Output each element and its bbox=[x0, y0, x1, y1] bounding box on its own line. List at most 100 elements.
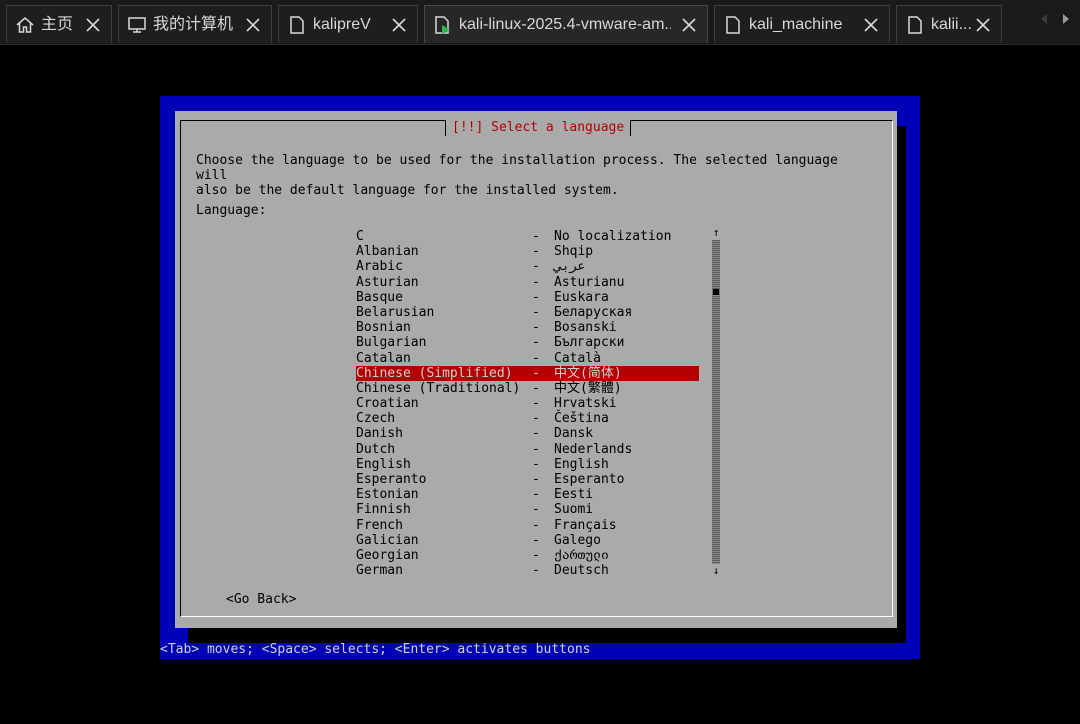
language-option[interactable]: Esperanto - Esperanto bbox=[356, 472, 699, 487]
language-name: Bosnian bbox=[356, 320, 411, 336]
language-native-name: Esperanto bbox=[554, 472, 625, 487]
language-name: Arabic bbox=[356, 259, 403, 275]
language-separator: - bbox=[532, 304, 540, 320]
language-option[interactable]: German - Deutsch bbox=[356, 563, 699, 578]
language-native-name: Deutsch bbox=[554, 563, 609, 579]
close-icon[interactable] bbox=[861, 15, 881, 35]
language-option[interactable]: Galician - Galego bbox=[356, 533, 699, 548]
language-option[interactable]: Arabic - عربي bbox=[356, 259, 699, 274]
language-option[interactable]: Croatian - Hrvatski bbox=[356, 396, 699, 411]
language-list[interactable]: C - No localization Albanian - Shqip Arabic - عر… bbox=[356, 229, 699, 578]
language-separator: - bbox=[532, 547, 540, 563]
language-option[interactable]: Bulgarian - Български bbox=[356, 335, 699, 350]
language-name: Chinese (Traditional) bbox=[356, 380, 521, 396]
status-line: <Tab> moves; <Space> selects; <Enter> ac… bbox=[160, 642, 591, 657]
close-icon[interactable] bbox=[973, 15, 993, 35]
language-native-name: Nederlands bbox=[554, 441, 633, 457]
language-separator: - bbox=[532, 259, 540, 275]
language-name: Czech bbox=[356, 411, 396, 427]
language-native-name: 中文(简体) bbox=[554, 365, 622, 381]
scroll-tabs-right-icon[interactable] bbox=[1058, 8, 1074, 30]
language-native-name: Euskara bbox=[554, 289, 609, 305]
scroll-down-arrow-icon[interactable]: ↓ bbox=[711, 565, 721, 577]
language-option[interactable]: Finnish - Suomi bbox=[356, 502, 699, 517]
language-name: Danish bbox=[356, 426, 403, 442]
language-option[interactable]: French - Français bbox=[356, 518, 699, 533]
language-separator: - bbox=[532, 365, 540, 381]
scroll-up-arrow-icon[interactable]: ↑ bbox=[711, 227, 721, 239]
tab-label: kali_machine bbox=[749, 16, 843, 33]
language-separator: - bbox=[532, 335, 540, 351]
close-icon[interactable] bbox=[679, 15, 699, 35]
scroll-tabs-left-icon[interactable] bbox=[1036, 8, 1052, 30]
language-native-name: Беларуская bbox=[554, 304, 633, 320]
language-option[interactable]: Estonian - Eesti bbox=[356, 487, 699, 502]
language-separator: - bbox=[532, 456, 540, 472]
language-option[interactable]: Belarusian - Беларуская bbox=[356, 305, 699, 320]
language-separator: - bbox=[532, 244, 540, 260]
language-separator: - bbox=[532, 472, 540, 487]
language-option[interactable]: Danish - Dansk bbox=[356, 426, 699, 441]
language-name: Basque bbox=[356, 289, 403, 305]
language-separator: - bbox=[532, 274, 540, 290]
language-option[interactable]: Dutch - Nederlands bbox=[356, 442, 699, 457]
language-native-name: ქართული bbox=[554, 547, 609, 563]
close-icon[interactable] bbox=[243, 15, 263, 35]
language-option[interactable]: Bosnian - Bosanski bbox=[356, 320, 699, 335]
vm-running-icon bbox=[433, 15, 453, 35]
language-option[interactable]: Asturian - Asturianu bbox=[356, 275, 699, 290]
scrollbar-thumb[interactable] bbox=[713, 289, 719, 295]
document-icon bbox=[905, 15, 925, 35]
language-native-name: Dansk bbox=[554, 426, 594, 442]
language-separator: - bbox=[532, 517, 540, 533]
tab-label: 我的计算机 bbox=[153, 16, 234, 33]
language-native-name: Български bbox=[554, 335, 625, 351]
language-name: Estonian bbox=[356, 487, 419, 503]
tab-kaliprev[interactable]: kalipreV bbox=[278, 5, 418, 43]
tab-label: kali-linux-2025.4-vmware-am... bbox=[459, 16, 671, 33]
language-native-name: Bosanski bbox=[554, 320, 617, 336]
language-native-name: Shqip bbox=[554, 244, 594, 260]
language-name: Croatian bbox=[356, 396, 419, 412]
tab-label: kalii... bbox=[931, 16, 972, 33]
language-native-name: Suomi bbox=[554, 502, 594, 518]
home-icon bbox=[15, 15, 35, 35]
language-name: English bbox=[356, 456, 411, 472]
language-option[interactable]: C - No localization bbox=[356, 229, 699, 244]
dialog-title: [!!] Select a language bbox=[445, 120, 632, 136]
language-option[interactable]: Chinese (Traditional) - 中文(繁體) bbox=[356, 381, 699, 396]
language-option[interactable]: English - English bbox=[356, 457, 699, 472]
language-native-name: Català bbox=[554, 350, 601, 366]
close-icon[interactable] bbox=[83, 15, 103, 35]
language-option[interactable]: Catalan - Català bbox=[356, 351, 699, 366]
language-separator: - bbox=[532, 532, 540, 548]
language-name: French bbox=[356, 517, 403, 533]
language-name: C bbox=[356, 229, 364, 244]
language-native-name: عربي bbox=[554, 259, 586, 275]
language-option[interactable]: Georgian - ქართული bbox=[356, 548, 699, 563]
language-option-selected[interactable]: Chinese (Simplified) - 中文(简体) bbox=[356, 365, 699, 381]
tab-kalii[interactable]: kalii... bbox=[896, 5, 1002, 43]
dialog-frame: [!!] Select a language Choose the langua… bbox=[180, 120, 893, 617]
tab-my-computer[interactable]: 我的计算机 bbox=[118, 5, 272, 43]
language-option[interactable]: Basque - Euskara bbox=[356, 290, 699, 305]
language-option[interactable]: Czech - Čeština bbox=[356, 411, 699, 426]
tab-kali-vm-active[interactable]: kali-linux-2025.4-vmware-am... bbox=[424, 5, 708, 43]
tab-label: kalipreV bbox=[313, 16, 371, 33]
tab-home[interactable]: 主页 bbox=[6, 5, 112, 43]
language-separator: - bbox=[532, 396, 540, 412]
language-separator: - bbox=[532, 563, 540, 579]
language-option[interactable]: Albanian - Shqip bbox=[356, 244, 699, 259]
language-list-scrollbar[interactable]: ↑ ↓ bbox=[711, 227, 721, 577]
language-name: Georgian bbox=[356, 547, 419, 563]
vm-console[interactable]: [!!] Select a language Choose the langua… bbox=[4, 46, 1076, 720]
language-name: Dutch bbox=[356, 441, 396, 457]
tab-kali-machine[interactable]: kali_machine bbox=[714, 5, 890, 43]
language-name: Chinese (Simplified) bbox=[356, 365, 513, 381]
language-separator: - bbox=[532, 441, 540, 457]
language-name: German bbox=[356, 563, 403, 579]
language-separator: - bbox=[532, 320, 540, 336]
language-dialog: [!!] Select a language Choose the langua… bbox=[175, 111, 897, 628]
close-icon[interactable] bbox=[389, 15, 409, 35]
go-back-button[interactable]: <Go Back> bbox=[226, 592, 296, 607]
